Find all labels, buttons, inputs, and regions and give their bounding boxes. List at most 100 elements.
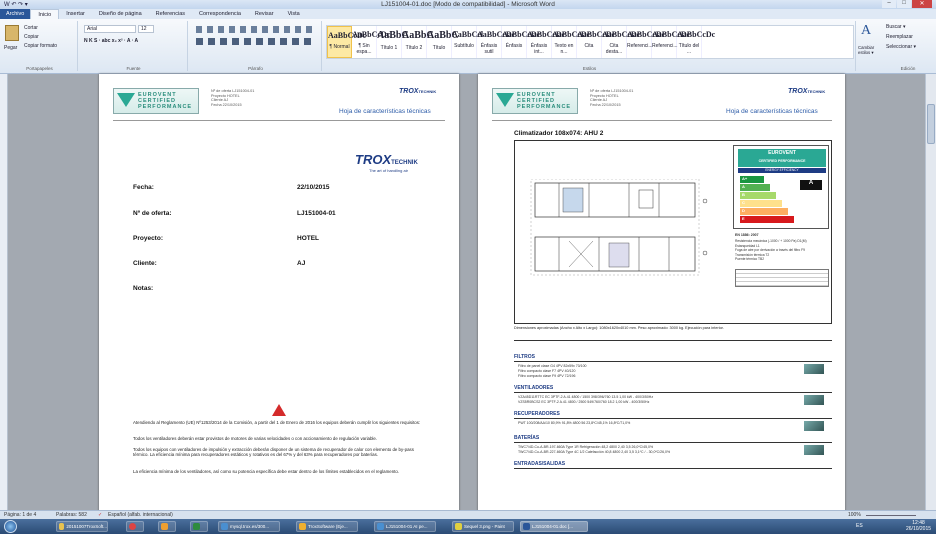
close-button[interactable]: ✕ [912, 0, 932, 8]
zoom-slider[interactable] [866, 515, 916, 516]
acoustic-table [735, 269, 829, 287]
style-item[interactable]: AaBbC Título [427, 26, 459, 58]
style-item[interactable]: AaBbCcDc Título del ... [677, 26, 716, 58]
taskbar-item-outlook[interactable] [158, 521, 176, 532]
taskbar-item-troxsoftware[interactable]: TroxSoftware (Eje... [296, 521, 358, 532]
language[interactable]: Español (alfab. internacional) [108, 512, 173, 518]
font-size-select[interactable]: 12 [138, 25, 154, 33]
trox-main-logo: TROXTECHNIK [355, 152, 418, 167]
tab-inicio[interactable]: Inicio [30, 9, 60, 19]
energy-label: EUROVENT CERTIFIED PERFORMANCE ENERGY EFF… [733, 145, 829, 229]
paste-icon[interactable] [5, 25, 19, 41]
info-line: Nº de oferta LJ151004-01 [211, 89, 255, 93]
taskbar-item-troxsoft[interactable]: 20151007TroxSoft... [56, 521, 108, 532]
style-item[interactable]: AaBbC Título 1 [377, 26, 409, 58]
page-count[interactable]: Página: 1 de 4 [4, 512, 36, 518]
component-thumbnail-icon [804, 445, 824, 455]
section-title: BATERÍAS [514, 435, 540, 441]
page-2[interactable]: EUROVENT CERTIFIED PERFORMANCE Nº de ofe… [478, 74, 845, 514]
style-sample: AaBbCcDc [677, 30, 716, 39]
style-item[interactable]: AaBbCcl Subtítulo [452, 26, 483, 58]
tab-revisar[interactable]: Revisar [248, 11, 281, 17]
tab-insertar[interactable]: Insertar [59, 11, 92, 17]
document-icon [377, 523, 384, 530]
style-item[interactable]: AaBbCcDc Énfasis [502, 26, 541, 58]
eurovent-triangle-icon [117, 93, 135, 107]
cut-button[interactable]: Cortar [24, 25, 38, 31]
alignment-buttons[interactable] [196, 38, 314, 45]
trox-sub: TECHNIK [418, 89, 437, 94]
taskbar-item-mysql[interactable]: mysql.trox.es/300... [218, 521, 280, 532]
style-sample: AaBbC [427, 30, 459, 41]
proofing-icon[interactable]: ✓ [98, 512, 102, 518]
style-item[interactable]: AaBbCcDc ¶ Normal [327, 26, 366, 58]
scrollbar-thumb[interactable] [927, 104, 935, 144]
energy-class-marker: A [800, 180, 822, 190]
style-item[interactable]: AaBbCcDc Texto en n... [552, 26, 590, 58]
tab-vista[interactable]: Vista [281, 11, 307, 17]
style-sample: AaBbCcDc [502, 30, 541, 39]
styles-gallery: AaBbCcDc ¶ Normal AaBbCcDc ¶ Sin espa... AaB… [326, 25, 854, 59]
taskbar-item-paint[interactable]: Sequel 3.png - Paint [452, 521, 514, 532]
energy-bar: B [740, 192, 776, 199]
style-sample: AaBbC [402, 30, 434, 41]
styles-group: AaBbCcDc ¶ Normal AaBbCcDc ¶ Sin espa... AaB… [324, 21, 856, 71]
taskbar-item-chrome[interactable] [126, 521, 144, 532]
input-language[interactable]: ES [856, 523, 863, 529]
style-name: Título del ... [678, 43, 700, 55]
unit-title: Climatizador 108x074: AHU 2 [514, 130, 604, 137]
tab-diseno[interactable]: Diseño de página [92, 11, 149, 17]
taskbar-item-word[interactable]: LJ151004-01.doc [... [520, 521, 588, 532]
list-buttons[interactable] [196, 26, 314, 33]
energy-bar: C [740, 200, 782, 207]
minimize-button[interactable]: – [882, 0, 896, 8]
system-clock[interactable]: 12:48 26/10/2015 [906, 520, 931, 532]
section-divider [514, 392, 832, 393]
taskbar-item-excel[interactable] [190, 521, 208, 532]
style-sample: AaBbCcDc [527, 30, 566, 39]
style-item[interactable]: AaBbCcDc Cita [577, 26, 615, 58]
format-painter-button[interactable]: Copiar formato [24, 43, 57, 49]
app-icon [299, 523, 306, 530]
change-styles-button[interactable]: A Cambiar estilos ▾ [858, 23, 878, 63]
tab-referencias[interactable]: Referencias [149, 11, 192, 17]
word-count[interactable]: Palabras: 582 [56, 512, 87, 518]
style-item[interactable]: AaBbCcDc Énfasis sutil [477, 26, 515, 58]
copy-button[interactable]: Copiar [24, 34, 39, 40]
outlook-icon [161, 523, 168, 530]
unit-schematic [530, 179, 708, 276]
energy-label-band: ENERGY EFFICIENCY [738, 168, 826, 173]
maximize-button[interactable]: □ [897, 0, 911, 8]
style-item[interactable]: AaBbCcDc Referenci... [627, 26, 665, 58]
find-button[interactable]: Buscar ▾ [886, 24, 905, 30]
clipboard-label: Portapapeles [26, 66, 53, 71]
font-name-select[interactable]: Arial [84, 25, 136, 33]
trox-sub: TECHNIK [807, 89, 826, 94]
style-item[interactable]: AaBbCcDc ¶ Sin espa... [352, 26, 390, 58]
tab-archivo[interactable]: Archivo [0, 9, 31, 19]
taskbar-label: LJ151004-01 AI pe... [386, 524, 428, 529]
section-divider [514, 361, 832, 362]
style-item[interactable]: AaBbCcDc Referenci... [652, 26, 690, 58]
paste-button[interactable]: Pegar [4, 45, 17, 51]
page-1[interactable]: EUROVENT CERTIFIED PERFORMANCE Nº de ofe… [99, 74, 459, 514]
field-label-oferta: Nº de oferta: [133, 210, 172, 217]
style-name: Cita desta... [605, 43, 623, 55]
replace-button[interactable]: Reemplazar [886, 34, 913, 40]
field-value-proyecto: HOTEL [297, 235, 320, 242]
select-button[interactable]: Seleccionar ▾ [886, 44, 916, 50]
style-item[interactable]: AaBbCcDc Cita desta... [602, 26, 640, 58]
style-item[interactable]: AaBbC Título 2 [402, 26, 434, 58]
vertical-scrollbar[interactable] [925, 74, 936, 510]
table-row: Filtro compacto clase F9 4PV 72/196 [518, 374, 576, 378]
style-item[interactable]: AaBbCcDc Énfasis int... [527, 26, 566, 58]
table-row: VZS5R0BCS2 EC 3PTF-2 A.41 4800 / 2500 54… [518, 400, 650, 404]
taskbar-item-lj-ai[interactable]: LJ151004-01 AI pe... [374, 521, 436, 532]
start-button[interactable] [4, 520, 17, 533]
regulation-paragraph: La eficiencia mínima de los ventiladores… [133, 469, 400, 474]
font-format-buttons[interactable]: N K S · abc x₂ x² · A · A [84, 38, 138, 44]
tab-correspondencia[interactable]: Correspondencia [192, 11, 248, 17]
zoom-level[interactable]: 100% [848, 512, 861, 518]
energy-bar: D [740, 208, 788, 215]
energy-bar: A+ [740, 176, 764, 183]
